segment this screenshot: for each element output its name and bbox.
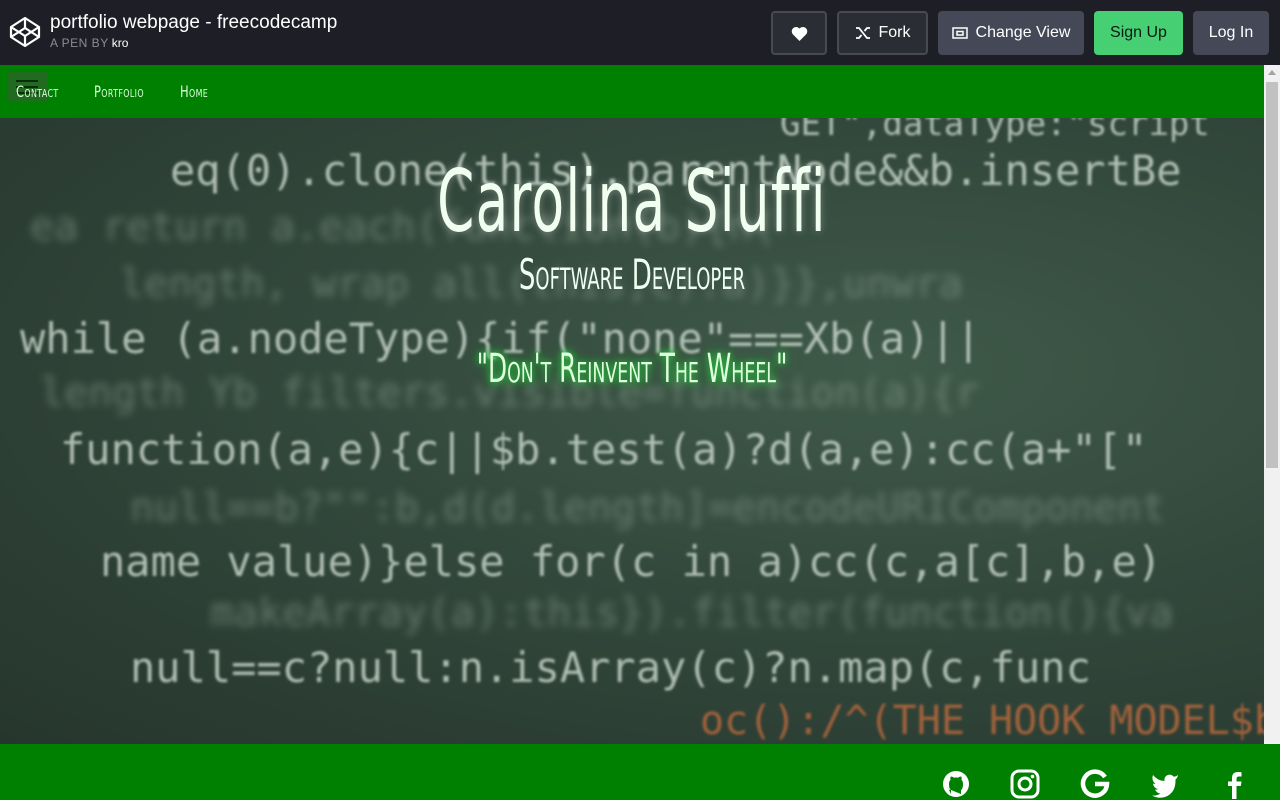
- fork-button[interactable]: Fork: [837, 11, 928, 55]
- pen-preview: Contact Portfolio Home GET",dataType:"sc…: [0, 65, 1280, 800]
- hero-role: Software Developer: [518, 250, 746, 299]
- hero-quote: "Don't Reinvent The Wheel": [476, 346, 788, 392]
- codepen-logo-icon[interactable]: [9, 16, 41, 48]
- nav-link-home[interactable]: Home: [180, 82, 208, 101]
- hero-name: Carolina Siuffi: [437, 152, 827, 252]
- fork-label: Fork: [878, 24, 911, 41]
- hero-text: Carolina Siuffi Software Developer "Don'…: [0, 118, 1264, 744]
- github-icon[interactable]: [941, 769, 971, 799]
- layout-icon: [951, 27, 968, 39]
- sign-up-button[interactable]: Sign Up: [1094, 11, 1183, 55]
- scroll-up-arrow-icon[interactable]: [1268, 70, 1276, 75]
- nav-link-portfolio[interactable]: Portfolio: [94, 82, 144, 101]
- nav-link-contact[interactable]: Contact: [16, 82, 59, 101]
- heart-icon: [791, 26, 808, 41]
- fork-icon: [855, 26, 871, 40]
- author-link[interactable]: kro: [112, 36, 129, 50]
- like-button[interactable]: [771, 11, 827, 55]
- change-view-button[interactable]: Change View: [938, 11, 1084, 55]
- pen-byline: A PEN BY kro: [50, 36, 128, 50]
- log-in-button[interactable]: Log In: [1193, 11, 1269, 55]
- twitter-icon[interactable]: [1150, 769, 1180, 799]
- scrollbar[interactable]: [1264, 65, 1280, 744]
- pen-title[interactable]: portfolio webpage - freecodecamp: [50, 11, 337, 35]
- hero-section: GET",dataType:"script eq(0).clone(this).…: [0, 118, 1264, 744]
- change-view-label: Change View: [975, 24, 1071, 41]
- site-navbar: Contact Portfolio Home: [0, 65, 1280, 118]
- site-footer: [0, 744, 1280, 800]
- scrollbar-thumb[interactable]: [1266, 82, 1278, 468]
- facebook-icon[interactable]: [1220, 769, 1250, 799]
- google-icon[interactable]: [1080, 769, 1110, 799]
- byline-prefix: A PEN BY: [50, 36, 109, 50]
- instagram-icon[interactable]: [1010, 769, 1040, 799]
- codepen-header: portfolio webpage - freecodecamp A PEN B…: [0, 0, 1280, 65]
